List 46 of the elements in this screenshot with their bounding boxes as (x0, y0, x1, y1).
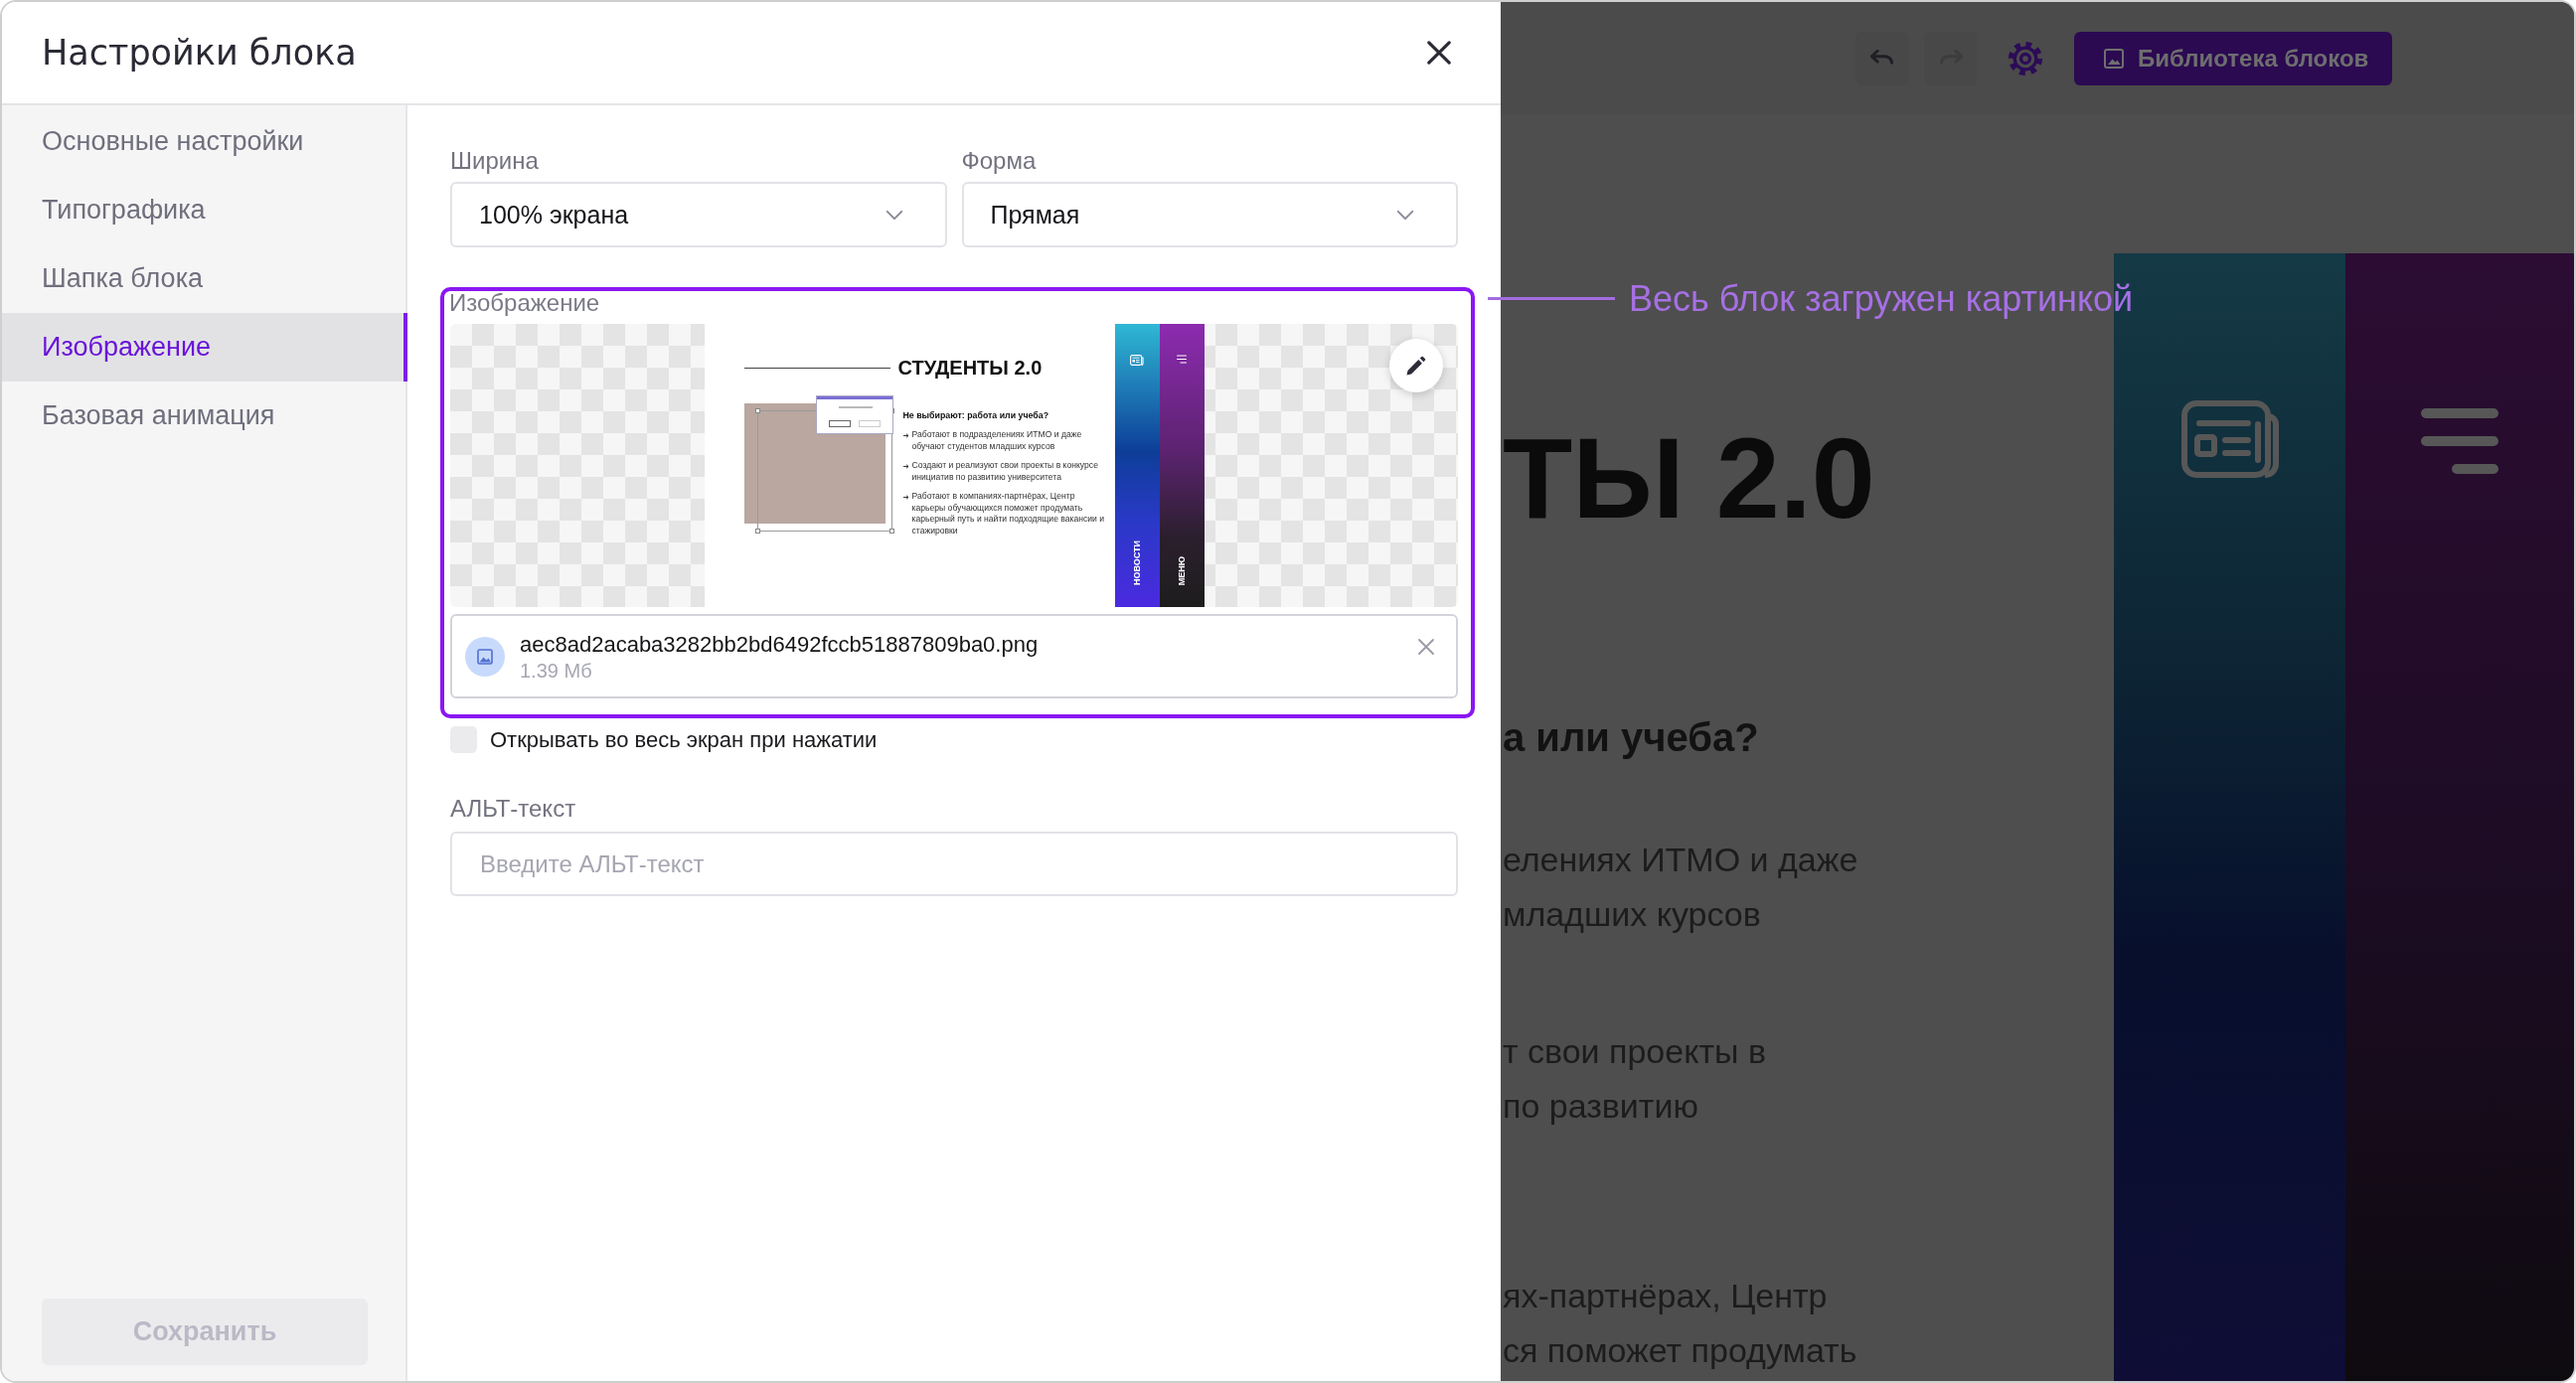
field-label: АЛЬТ-текст (450, 794, 576, 824)
page-heading: ТЫ 2.0 (1503, 421, 1875, 536)
bullet-text: Работают в подразделениях ИТМО и даже обучают студентов младших курсов (911, 429, 1083, 452)
annotation-text: Весь блок загружен картинкой (1629, 277, 2134, 321)
sidebar-item[interactable]: Шапка блока (2, 244, 407, 313)
library-button[interactable]: Библиотека блоков (2074, 31, 2392, 85)
checkbox-label: Открывать во весь экран при нажатии (490, 726, 878, 753)
newspaper-icon (2180, 400, 2279, 478)
field-label: Форма (961, 146, 1037, 176)
sidebar-item[interactable]: Основные настройки (2, 107, 407, 176)
sidebar-item[interactable]: Типографика (2, 176, 407, 244)
arrow-right-icon (902, 433, 909, 438)
close-icon (1418, 638, 1434, 655)
field-label: Ширина (450, 146, 539, 176)
arrow-right-icon (902, 464, 909, 469)
column-label: НОВОСТИ (1132, 539, 1142, 585)
file-size: 1.39 Мб (520, 658, 593, 683)
thumbnail-question: Не выбирают: работа или учеба? (902, 409, 1049, 421)
alt-text-input[interactable]: Введите АЛЬТ-текст (450, 832, 1458, 896)
thumbnail-title: СТУДЕНТЫ 2.0 (897, 356, 1043, 380)
bullet-text: Создают и реализуют свои проекты в конкурсе инициатив по развитию университета (911, 460, 1099, 483)
sidebar-item[interactable]: Базовая анимация (2, 382, 407, 450)
edit-button[interactable] (1389, 339, 1443, 392)
settings-icon[interactable] (2008, 40, 2043, 77)
bullet-text: Работают в компаниях-партнёрах, Центр карьеры обучающихся поможет продумать карьерный путь и найти подходящие вакансии и стажировки (911, 491, 1106, 537)
page-subheading: а или учеба? (1503, 714, 1759, 761)
column-label: МЕНЮ (1177, 555, 1187, 585)
undo-icon (1870, 50, 1894, 67)
menu-icon (1177, 355, 1187, 364)
arrow-right-icon (902, 495, 909, 500)
chevron-down-icon (1396, 209, 1414, 221)
sidebar-item[interactable]: Изображение (2, 313, 407, 382)
shape-dropdown[interactable]: Прямая (961, 182, 1458, 247)
pencil-icon (1406, 356, 1426, 376)
close-button[interactable] (1427, 41, 1451, 65)
field-label: Изображение (449, 288, 600, 318)
close-icon (1427, 41, 1451, 65)
newspaper-icon (1130, 355, 1144, 366)
remove-button[interactable] (1418, 638, 1434, 655)
dialog-title: Настройки блока (42, 33, 357, 73)
width-dropdown[interactable]: 100% экрана (450, 182, 947, 247)
image-icon (465, 636, 505, 677)
chevron-down-icon (885, 209, 903, 221)
image-icon (2104, 48, 2124, 69)
file-name: aec8ad2acaba3282bb2bd6492fccb51887809ba0.png (520, 630, 1040, 659)
menu-icon (2421, 408, 2498, 474)
